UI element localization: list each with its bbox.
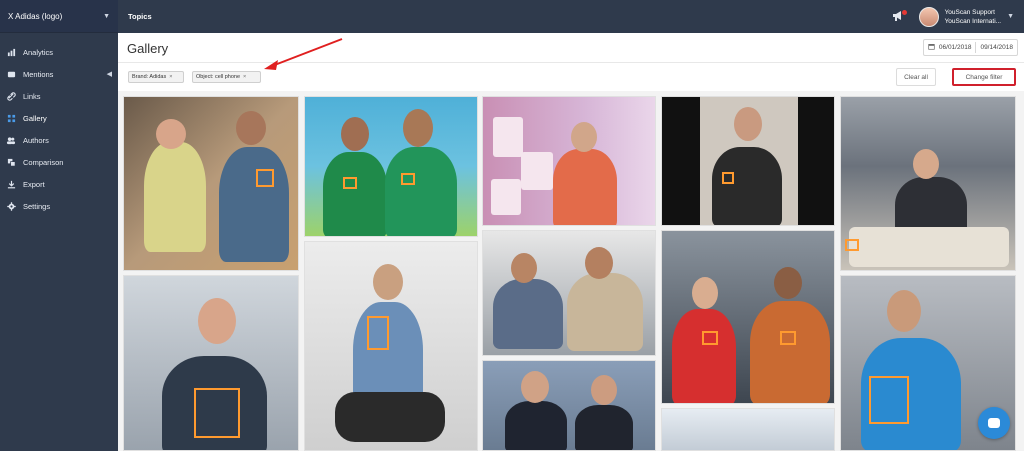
gallery-image[interactable] [482,360,656,451]
user-name: YouScan Support [944,8,995,16]
filter-chip-brand[interactable]: Brand: Adidas × [128,71,184,83]
sidebar-item-label: Gallery [23,113,47,123]
sidebar-item-label: Mentions [23,69,54,79]
user-org: YouScan Internati... [944,17,1002,25]
filter-chip-label: Brand: Adidas [132,74,167,80]
gallery-image[interactable] [482,230,656,356]
avatar[interactable] [918,6,939,27]
sidebar-item-links[interactable]: Links [0,85,118,107]
gallery-image[interactable] [840,96,1016,271]
gear-icon [6,201,16,211]
brand-name: X Adidas (logo) [8,11,63,21]
gallery-image[interactable] [123,275,299,451]
close-icon[interactable]: × [243,74,246,80]
sidebar-nav: Analytics Mentions ◀ Links Gallery Autho… [0,33,118,217]
page-title: Gallery [127,41,169,56]
annotation-arrow [264,38,343,70]
link-icon [6,91,16,101]
date-separator [975,42,977,53]
change-filter-button[interactable]: Change filter [952,68,1016,86]
gallery-image[interactable] [661,230,835,404]
notification-dot [901,9,907,15]
gallery-image[interactable] [661,96,835,226]
chat-button[interactable] [978,407,1010,439]
download-icon [6,179,16,189]
sidebar: X Adidas (logo) ▼ Analytics Mentions ◀ L… [0,0,118,451]
topbar-title: Topics [128,12,152,21]
brand-selector[interactable]: X Adidas (logo) ▼ [0,0,118,33]
sidebar-item-settings[interactable]: Settings [0,195,118,217]
chat-icon [988,418,1000,428]
sidebar-item-label: Settings [23,201,51,211]
date-range-picker[interactable]: 06/01/2018 09/14/2018 [922,39,1018,56]
sidebar-item-gallery[interactable]: Gallery [0,107,118,129]
filter-chip-label: Object: cell phone [196,74,241,80]
bar-chart-icon [6,47,16,57]
date-from: 06/01/2018 [938,44,972,51]
calendar-icon [928,43,935,52]
megaphone-icon[interactable] [891,9,907,25]
gallery-image[interactable] [123,96,299,271]
grid-icon [6,113,16,123]
sidebar-item-comparison[interactable]: Comparison [0,151,118,173]
sidebar-item-mentions[interactable]: Mentions ◀ [0,63,118,85]
gallery-image[interactable] [304,241,478,451]
chevron-down-icon[interactable]: ▼ [1007,13,1014,20]
gallery-image[interactable] [304,96,478,237]
sidebar-item-export[interactable]: Export [0,173,118,195]
gallery-image[interactable] [661,408,835,451]
compare-icon [6,157,16,167]
close-icon[interactable]: × [169,74,172,80]
clear-all-button[interactable]: Clear all [896,68,936,86]
sidebar-item-analytics[interactable]: Analytics [0,41,118,63]
chevron-down-icon: ▼ [103,12,110,20]
gallery-grid [118,91,1024,451]
sidebar-item-authors[interactable]: Authors [0,129,118,151]
sidebar-item-label: Authors [23,135,49,145]
date-to: 09/14/2018 [980,44,1013,51]
gallery-image[interactable] [482,96,656,226]
sidebar-item-label: Export [23,179,45,189]
sidebar-item-label: Comparison [23,157,64,167]
sidebar-item-label: Links [23,91,41,101]
users-icon [6,135,16,145]
sidebar-item-label: Analytics [23,47,54,57]
top-bar: Topics YouScan Support YouScan Internati… [118,0,1024,33]
list-icon [6,69,16,79]
chevron-left-icon: ◀ [106,71,112,78]
user-menu[interactable]: YouScan Support YouScan Internati... [945,8,1002,26]
